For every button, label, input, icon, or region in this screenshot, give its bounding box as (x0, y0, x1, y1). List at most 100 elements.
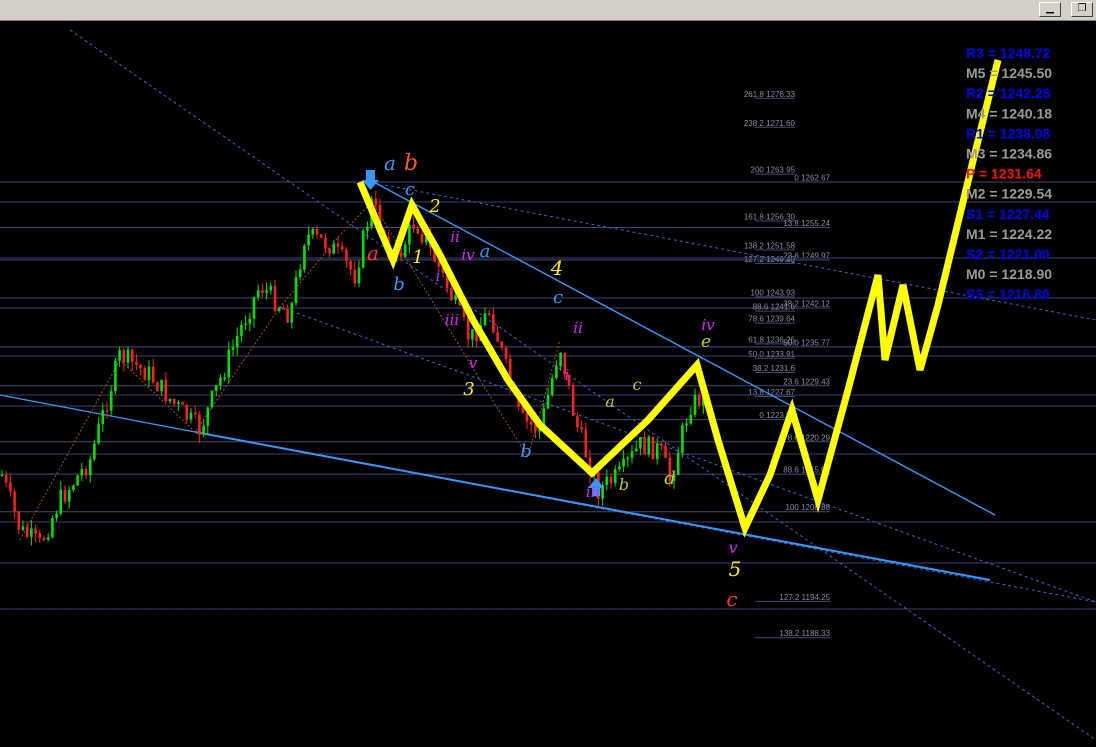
candle-body (130, 349, 134, 362)
wave-label: a (605, 392, 615, 411)
candle-body (685, 423, 688, 426)
candle-body (59, 489, 63, 514)
candle-body (412, 224, 415, 229)
candle-body (697, 394, 701, 406)
candle-body (231, 347, 235, 350)
fib-label: 127.2 1249.40 (744, 255, 796, 264)
candle-body (240, 324, 243, 337)
candle-body (261, 290, 264, 293)
candle-body (328, 248, 331, 254)
fib-label: 50.0 1235.77 (783, 338, 830, 347)
minimize-button[interactable]: ▁ (1039, 2, 1061, 17)
candle-body (63, 489, 67, 502)
candle-body (55, 513, 58, 519)
candle-body (282, 308, 285, 310)
candle-body (303, 245, 306, 270)
fib-label: 261.8 1276.33 (744, 90, 796, 99)
candle-body (298, 269, 302, 278)
wave-label: i (436, 267, 441, 285)
candle-body (492, 314, 495, 333)
candle-body (13, 491, 16, 512)
candle-body (248, 318, 252, 324)
candle-body (168, 398, 172, 402)
restore-button[interactable]: ❐ (1071, 2, 1093, 17)
wave-label: d (664, 468, 676, 489)
pivot-label: M0 = 1218.90 (966, 266, 1052, 282)
fib-label: 78.6 1220.29 (783, 433, 830, 442)
candle-body (286, 309, 289, 323)
candle-body (555, 366, 558, 379)
wave-label: i (565, 366, 570, 384)
candle-body (252, 297, 256, 319)
candle-body (639, 437, 642, 449)
candle-body (420, 233, 424, 243)
wave-label: a (367, 241, 379, 265)
fib-label: 78.6 1239.64 (748, 315, 795, 324)
candle-body (72, 485, 75, 490)
candle-body (450, 288, 453, 301)
candle-body (139, 364, 142, 369)
candle-body (143, 368, 147, 381)
candle-body (164, 379, 168, 402)
wave-label: iii (445, 311, 460, 329)
candle-body (80, 469, 84, 476)
candle-body (273, 285, 277, 311)
candle-body (256, 290, 260, 298)
candle-body (349, 261, 352, 270)
candle-body (151, 366, 155, 383)
candle-body (156, 382, 159, 392)
candle-body (416, 228, 420, 234)
fib-label: 127.2 1194.25 (779, 593, 830, 602)
candle-body (277, 308, 281, 311)
candle-body (374, 198, 378, 205)
wave-label: b (393, 274, 405, 295)
candle-body (46, 537, 50, 540)
candle-body (324, 237, 327, 249)
candle-body (626, 457, 630, 460)
candle-body (160, 379, 163, 392)
candle-body (471, 329, 474, 340)
wave-label: v (728, 538, 737, 557)
candle-body (51, 518, 54, 538)
fib-label: 38.2 1231.6 (753, 364, 796, 373)
wave-label: a (480, 241, 491, 262)
candle-body (177, 402, 180, 404)
candle-body (122, 350, 126, 363)
candle-body (290, 302, 294, 323)
fib-label: 100 1208.88 (786, 503, 831, 512)
price-chart: 261.8 1276.33 238.2 1271.60 200 1263.950 1… (0, 29, 1096, 741)
candle-body (193, 412, 197, 415)
fibonacci-levels: 261.8 1276.33 238.2 1271.60 200 1263.950 1… (0, 90, 1096, 639)
candle-body (105, 410, 109, 412)
candle-body (487, 313, 491, 315)
wave-label: c (726, 587, 737, 611)
candle-body (571, 385, 575, 416)
candle-body (580, 427, 583, 430)
candle-body (559, 353, 562, 367)
candle-body (609, 476, 613, 484)
candle-body (202, 425, 205, 435)
candle-body (496, 332, 499, 342)
pivot-label: M5 = 1245.50 (966, 65, 1052, 81)
wave-label: 2 (428, 196, 440, 217)
pivot-levels: R3 = 1248.72 M5 = 1245.50 R2 = 1242.28 M4 =… (966, 45, 1052, 302)
wave-label: ii (573, 319, 583, 337)
candle-body (34, 528, 37, 534)
candle-body (353, 269, 357, 284)
candle-body (630, 451, 634, 458)
candle-body (399, 252, 403, 257)
candle-body (135, 361, 138, 365)
window-title-bar: ▁ ❐ (0, 0, 1096, 21)
candle-body (114, 360, 117, 392)
candle-body (17, 511, 21, 530)
candle-body (101, 410, 105, 425)
candle-body (693, 394, 697, 415)
candle-body (25, 526, 29, 537)
wave-label: v (469, 354, 478, 372)
candle-body (319, 234, 323, 238)
candle-body (634, 448, 638, 452)
candle-body (357, 267, 361, 284)
pivot-label: R3 = 1248.72 (966, 45, 1051, 61)
candle-body (189, 412, 193, 420)
fib-label: 238.2 1271.60 (744, 119, 796, 128)
